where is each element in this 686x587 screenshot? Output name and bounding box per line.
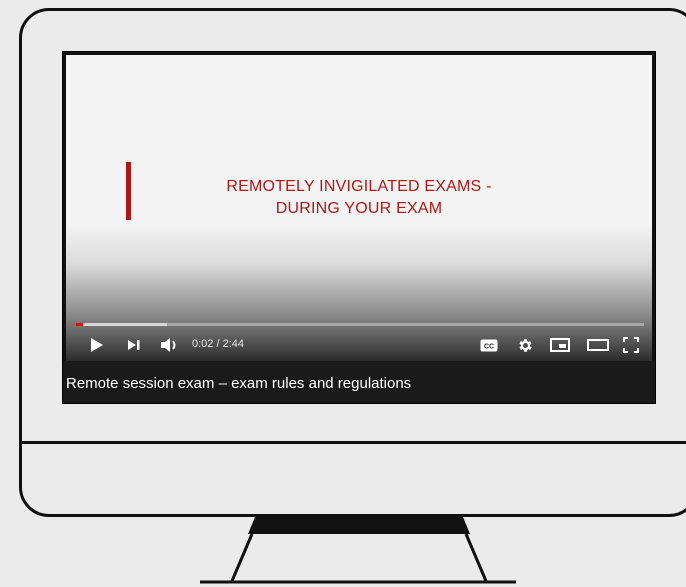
play-button[interactable] xyxy=(88,336,106,354)
fullscreen-button[interactable] xyxy=(621,336,641,354)
fullscreen-icon xyxy=(623,337,639,353)
captions-button[interactable]: CC xyxy=(479,336,499,354)
stand-left-leg xyxy=(230,533,254,582)
progress-played xyxy=(76,323,83,326)
video-player[interactable]: REMOTELY INVIGILATED EXAMS - DURING YOUR… xyxy=(62,51,656,404)
video-title-line1: REMOTELY INVIGILATED EXAMS - xyxy=(226,178,492,195)
play-icon xyxy=(91,338,103,352)
captions-icon: CC xyxy=(480,339,498,351)
volume-button[interactable] xyxy=(160,336,180,354)
caption-text: Remote session exam – exam rules and reg… xyxy=(66,375,412,392)
progress-buffered xyxy=(76,323,167,326)
theater-icon xyxy=(587,339,609,351)
stand-right-leg xyxy=(464,533,488,582)
progress-bar[interactable] xyxy=(76,323,644,326)
next-button[interactable] xyxy=(126,336,142,354)
player-controls: 0:02 / 2:44 CC xyxy=(66,328,652,362)
volume-icon xyxy=(161,338,176,352)
caption-bar: Remote session exam – exam rules and reg… xyxy=(63,361,655,403)
theater-button[interactable] xyxy=(586,336,610,354)
svg-text:CC: CC xyxy=(484,343,494,350)
stand-neck xyxy=(248,517,470,534)
miniplayer-icon xyxy=(550,338,570,352)
miniplayer-button[interactable] xyxy=(549,336,571,354)
settings-icon xyxy=(518,338,532,352)
time-display: 0:02 / 2:44 xyxy=(192,338,244,350)
next-icon xyxy=(128,340,140,350)
video-frame[interactable]: REMOTELY INVIGILATED EXAMS - DURING YOUR… xyxy=(66,55,652,361)
video-title-line2: DURING YOUR EXAM xyxy=(275,200,443,217)
settings-button[interactable] xyxy=(515,336,535,354)
